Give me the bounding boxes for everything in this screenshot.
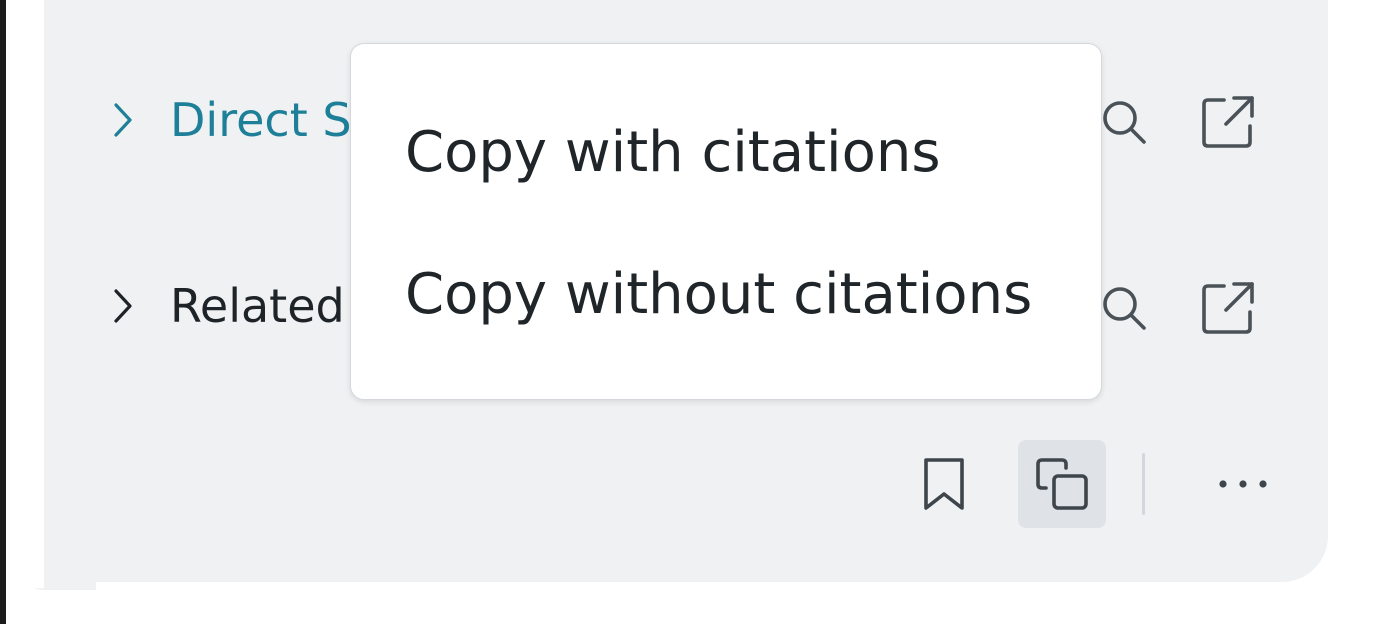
result-row-actions bbox=[1096, 278, 1258, 338]
copy-with-citations-item[interactable]: Copy with citations bbox=[405, 120, 941, 185]
external-link-icon[interactable] bbox=[1198, 92, 1258, 152]
chevron-right-icon[interactable] bbox=[108, 286, 138, 326]
more-horizontal-icon bbox=[1219, 480, 1267, 488]
bookmark-button[interactable] bbox=[900, 440, 988, 528]
result-row-label[interactable]: Related bbox=[170, 279, 345, 333]
answer-panel: Direct S Related Copy with citations Cop… bbox=[0, 0, 1376, 624]
chevron-right-icon[interactable] bbox=[108, 100, 138, 140]
preview-icon[interactable] bbox=[1096, 278, 1156, 338]
answer-toolbar bbox=[900, 440, 1287, 528]
card-tail-cut bbox=[6, 500, 44, 588]
copy-button[interactable] bbox=[1018, 440, 1106, 528]
more-button[interactable] bbox=[1199, 440, 1287, 528]
toolbar-divider bbox=[1142, 453, 1145, 515]
result-row-related[interactable]: Related bbox=[108, 276, 345, 336]
copy-menu: Copy with citations Copy without citatio… bbox=[350, 43, 1102, 400]
external-link-icon[interactable] bbox=[1198, 278, 1258, 338]
copy-without-citations-item[interactable]: Copy without citations bbox=[405, 262, 1032, 327]
result-row-direct[interactable]: Direct S bbox=[108, 90, 352, 150]
bookmark-icon bbox=[924, 458, 964, 510]
copy-icon bbox=[1036, 458, 1088, 510]
result-row-actions bbox=[1096, 92, 1258, 152]
preview-icon[interactable] bbox=[1096, 92, 1156, 152]
result-row-label[interactable]: Direct S bbox=[170, 93, 352, 147]
